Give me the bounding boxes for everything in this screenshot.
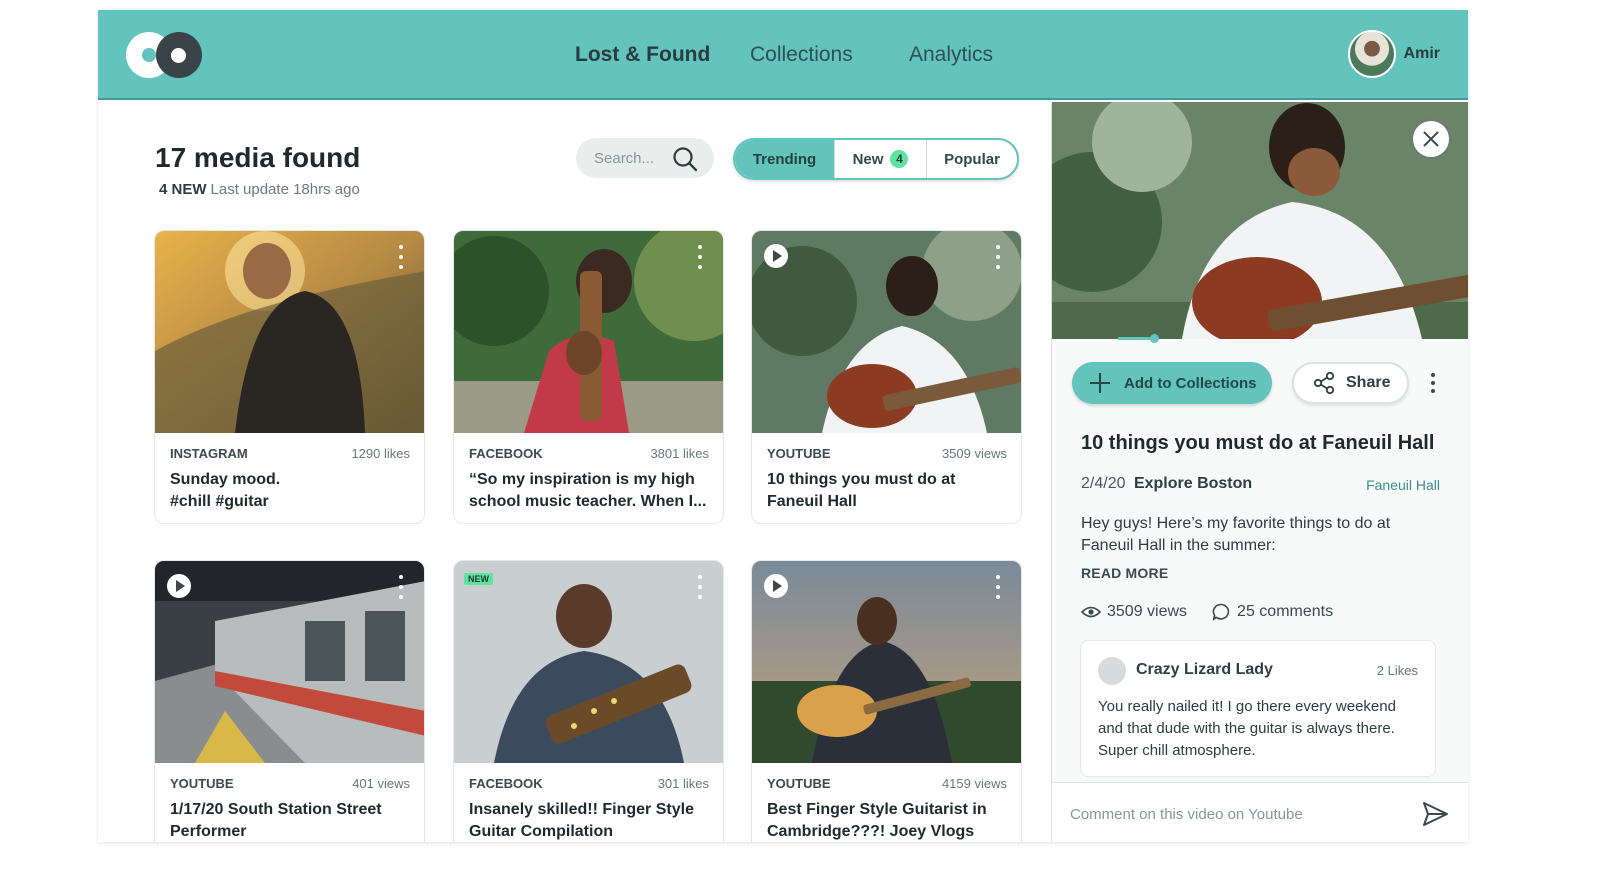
media-source: YOUTUBE xyxy=(767,446,831,461)
plus-icon xyxy=(1090,373,1110,393)
media-list-area: 17 media found 4 NEW Last update 18hrs ag… xyxy=(98,102,1051,842)
media-title: 10 things you must do at Faneuil Hall xyxy=(767,471,956,510)
more-vertical-icon[interactable] xyxy=(395,575,407,599)
nav-lost-found[interactable]: Lost & Found xyxy=(575,43,710,67)
media-detail-title: 10 things you must do at Faneuil Hall xyxy=(1081,432,1435,454)
share-icon xyxy=(1313,371,1335,395)
share-button[interactable]: Share xyxy=(1292,362,1409,404)
user-menu[interactable]: Amir xyxy=(1347,30,1440,78)
play-icon[interactable] xyxy=(764,574,788,598)
media-card[interactable]: INSTAGRAM 1290 likes Sunday mood. #chill… xyxy=(154,230,425,524)
search-input[interactable] xyxy=(594,149,672,167)
media-metric: 401 views xyxy=(352,776,410,791)
new-count-badge: 4 xyxy=(890,150,909,168)
media-card[interactable]: FACEBOOK 3801 likes “So my inspiration i… xyxy=(453,230,724,524)
media-source: YOUTUBE xyxy=(170,776,234,791)
last-update: Last update 18hrs ago xyxy=(210,181,360,198)
close-icon[interactable] xyxy=(1411,119,1451,159)
search-box[interactable] xyxy=(576,138,714,178)
more-vertical-icon[interactable] xyxy=(992,575,1004,599)
avatar[interactable] xyxy=(1098,657,1126,685)
page-title: 17 media found xyxy=(155,142,361,173)
filter-tabs: Trending New 4 Popular xyxy=(733,138,1019,180)
share-label: Share xyxy=(1346,374,1391,391)
media-metric: 4159 views xyxy=(941,776,1007,791)
media-card[interactable]: YOUTUBE 4159 views Best Finger Style Gui… xyxy=(751,560,1022,842)
read-more-link[interactable]: READ MORE xyxy=(1081,565,1168,581)
media-title: 1/17/20 South Station Street Performer xyxy=(170,801,382,840)
media-card[interactable]: YOUTUBE 401 views 1/17/20 South Station … xyxy=(154,560,425,842)
tab-trending[interactable]: Trending xyxy=(735,140,835,178)
comment-composer xyxy=(1052,782,1468,842)
comment-card: Crazy Lizard Lady 2 Likes You really nai… xyxy=(1080,640,1436,777)
logo-icon[interactable] xyxy=(126,31,206,79)
media-title: Sunday mood. #chill #guitar xyxy=(170,471,281,510)
more-vertical-icon[interactable] xyxy=(992,245,1004,269)
top-bar: Lost & Found Collections Analytics Amir xyxy=(98,10,1468,100)
more-vertical-icon[interactable] xyxy=(694,245,706,269)
more-vertical-icon[interactable] xyxy=(395,245,407,269)
media-metric: 1290 likes xyxy=(351,446,410,461)
tab-popular-label: Popular xyxy=(944,150,1000,168)
avatar[interactable] xyxy=(1347,30,1396,78)
media-author[interactable]: Explore Boston xyxy=(1134,475,1252,492)
media-source: YOUTUBE xyxy=(767,776,831,791)
new-tag: NEW xyxy=(464,573,493,585)
send-icon[interactable] xyxy=(1421,800,1449,828)
video-scrubber[interactable] xyxy=(1150,334,1159,343)
media-source: INSTAGRAM xyxy=(170,446,248,461)
play-icon[interactable] xyxy=(167,574,191,598)
media-source: FACEBOOK xyxy=(469,776,543,791)
media-description: Hey guys! Here’s my favorite things to d… xyxy=(1081,515,1391,554)
more-vertical-icon[interactable] xyxy=(1429,373,1437,393)
tab-trending-label: Trending xyxy=(752,150,817,168)
detail-panel: Add to Collections Share 10 things you m… xyxy=(1051,102,1468,842)
comment-author[interactable]: Crazy Lizard Lady xyxy=(1136,661,1273,679)
media-thumbnail xyxy=(454,561,723,763)
media-date: 2/4/20 xyxy=(1081,475,1126,492)
tab-new-label: New xyxy=(852,150,884,168)
media-title: Insanely skilled!! Finger Style Guitar C… xyxy=(469,801,694,840)
media-metric: 3801 likes xyxy=(650,446,709,461)
media-thumbnail xyxy=(752,561,1021,763)
media-metric: 3509 views xyxy=(941,446,1007,461)
nav-analytics[interactable]: Analytics xyxy=(909,43,993,67)
comment-icon xyxy=(1212,603,1230,621)
tab-new[interactable]: New 4 xyxy=(835,140,927,178)
media-date-author: 2/4/20 Explore Boston xyxy=(1081,475,1252,493)
media-thumbnail xyxy=(454,231,723,433)
update-status: 4 NEW Last update 18hrs ago xyxy=(159,181,360,198)
media-title: Best Finger Style Guitarist in Cambridge… xyxy=(767,801,987,840)
media-title: “So my inspiration is my high school mus… xyxy=(469,471,707,510)
search-icon[interactable] xyxy=(672,146,698,172)
new-count: 4 NEW xyxy=(159,181,207,198)
media-metric: 301 likes xyxy=(657,776,709,791)
comment-likes: 2 Likes xyxy=(1376,663,1418,678)
app-window: Lost & Found Collections Analytics Amir … xyxy=(98,10,1468,842)
comments-stat[interactable]: 25 comments xyxy=(1211,602,1333,622)
more-vertical-icon[interactable] xyxy=(694,575,706,599)
comment-input[interactable] xyxy=(1070,801,1390,827)
comment-text: You really nailed it! I go there every w… xyxy=(1098,698,1396,759)
add-to-collections-button[interactable]: Add to Collections xyxy=(1072,362,1272,404)
add-to-collections-label: Add to Collections xyxy=(1124,374,1257,392)
video-preview[interactable] xyxy=(1052,102,1468,339)
eye-icon xyxy=(1081,606,1101,618)
media-card[interactable]: NEW FACEBOOK 301 likes Insanely skilled!… xyxy=(453,560,724,842)
media-thumbnail xyxy=(155,231,424,433)
comments-count: 25 comments xyxy=(1237,603,1334,620)
media-card[interactable]: YOUTUBE 3509 views 10 things you must do… xyxy=(751,230,1022,524)
media-stats: 3509 views 25 comments xyxy=(1081,602,1357,622)
tab-popular[interactable]: Popular xyxy=(927,140,1017,178)
media-thumbnail xyxy=(155,561,424,763)
user-name: Amir xyxy=(1403,45,1440,62)
views-count: 3509 views xyxy=(1107,603,1188,620)
media-thumbnail xyxy=(752,231,1021,433)
media-location[interactable]: Faneuil Hall xyxy=(1366,477,1440,493)
nav-collections[interactable]: Collections xyxy=(750,43,853,67)
media-source: FACEBOOK xyxy=(469,446,543,461)
play-icon[interactable] xyxy=(764,244,788,268)
views-stat: 3509 views xyxy=(1081,603,1187,621)
